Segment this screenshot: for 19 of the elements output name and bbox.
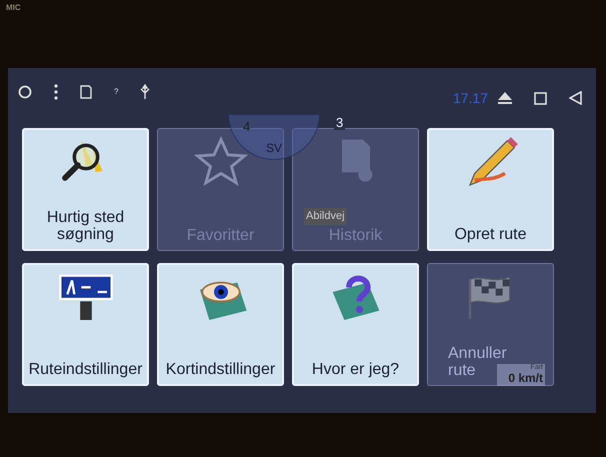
menu-tile[interactable]: Hurtig sted søgning [22,128,149,251]
eject-icon[interactable] [498,92,512,104]
sd-card-icon [80,85,92,99]
menu-icon[interactable] [54,84,58,100]
menu-tile[interactable]: Opret rute [427,128,554,251]
device-label: MIC [6,2,21,14]
usb-icon [140,84,150,100]
back-icon[interactable] [569,91,582,105]
circle-icon[interactable] [18,85,32,99]
compass-heading: SV [266,140,282,157]
menu-tile[interactable]: Kortindstillinger [157,263,284,386]
speed-value: 0 km/t [508,372,543,385]
menu-tile[interactable]: Ruteindstillinger [22,263,149,386]
clock-time: 17.17 [452,88,488,108]
compass-number: 3 [334,116,346,130]
recent-apps-icon[interactable] [534,92,547,104]
street-label: Abildvej [304,208,347,224]
status-glyph: ? [114,86,118,98]
menu-tile[interactable]: Hvor er jeg? [292,263,419,386]
